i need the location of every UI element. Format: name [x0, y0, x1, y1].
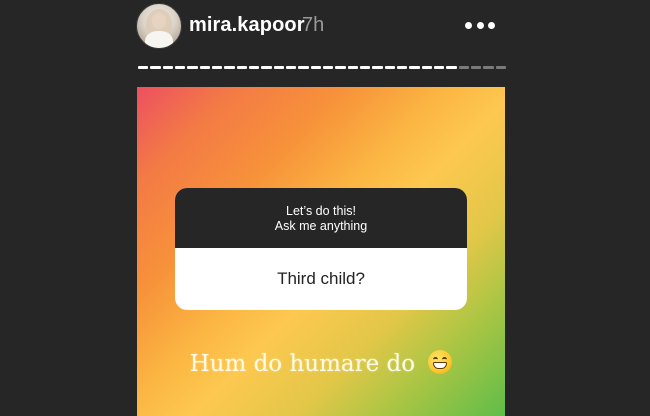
progress-segment — [359, 66, 371, 69]
more-dot — [488, 21, 495, 29]
progress-segment — [285, 66, 297, 69]
progress-segment — [224, 66, 235, 69]
grinning-face-emoji-icon — [428, 350, 453, 374]
story-caption: Hum do humare do — [137, 350, 505, 377]
story-content[interactable]: Let’s do this! Ask me anything Third chi… — [137, 87, 505, 416]
progress-segment — [187, 66, 198, 69]
emoji-mouth — [433, 362, 448, 369]
progress-segment — [310, 66, 321, 69]
question-sticker[interactable]: Let’s do this! Ask me anything Third chi… — [175, 188, 467, 310]
username[interactable]: mira.kapoor — [189, 14, 305, 37]
question-prompt-line-2: Ask me anything — [274, 219, 368, 233]
question-prompt-line-1: Let’s do this! — [286, 204, 356, 218]
story-progress-bar — [138, 66, 506, 70]
progress-segment — [347, 66, 358, 69]
progress-segment — [470, 66, 482, 69]
question-answer: Third child? — [277, 269, 365, 288]
avatar-body — [145, 31, 173, 48]
more-options-icon[interactable] — [465, 16, 495, 34]
progress-segment — [162, 66, 173, 69]
progress-segment — [261, 66, 272, 69]
progress-segment — [322, 66, 334, 69]
progress-segment — [150, 66, 161, 69]
progress-segment — [446, 66, 457, 69]
progress-segment — [433, 66, 445, 69]
progress-segment — [199, 66, 210, 69]
progress-segment — [396, 66, 408, 69]
progress-segment — [372, 66, 383, 69]
avatar-face — [152, 13, 166, 29]
progress-segment — [273, 66, 284, 69]
progress-segment — [138, 66, 149, 69]
progress-segment — [211, 66, 223, 69]
progress-segment — [409, 66, 420, 69]
progress-segment — [298, 66, 309, 69]
timestamp: 7h — [302, 14, 325, 36]
progress-segment — [236, 66, 247, 69]
progress-segment — [458, 66, 469, 69]
progress-segment — [495, 66, 506, 69]
progress-segment — [335, 66, 346, 69]
progress-segment — [421, 66, 432, 69]
profile-avatar[interactable] — [136, 3, 182, 49]
progress-segment — [384, 66, 395, 69]
progress-segment — [248, 66, 260, 69]
story-viewer: mira.kapoor 7h Let’s do this! Ask me any… — [0, 0, 650, 416]
more-dot — [465, 21, 472, 29]
progress-segment — [483, 66, 494, 69]
question-prompt: Let’s do this! Ask me anything — [175, 188, 467, 248]
more-dot — [476, 21, 484, 29]
progress-segment — [174, 66, 186, 69]
caption-text: Hum do humare do — [189, 351, 416, 377]
